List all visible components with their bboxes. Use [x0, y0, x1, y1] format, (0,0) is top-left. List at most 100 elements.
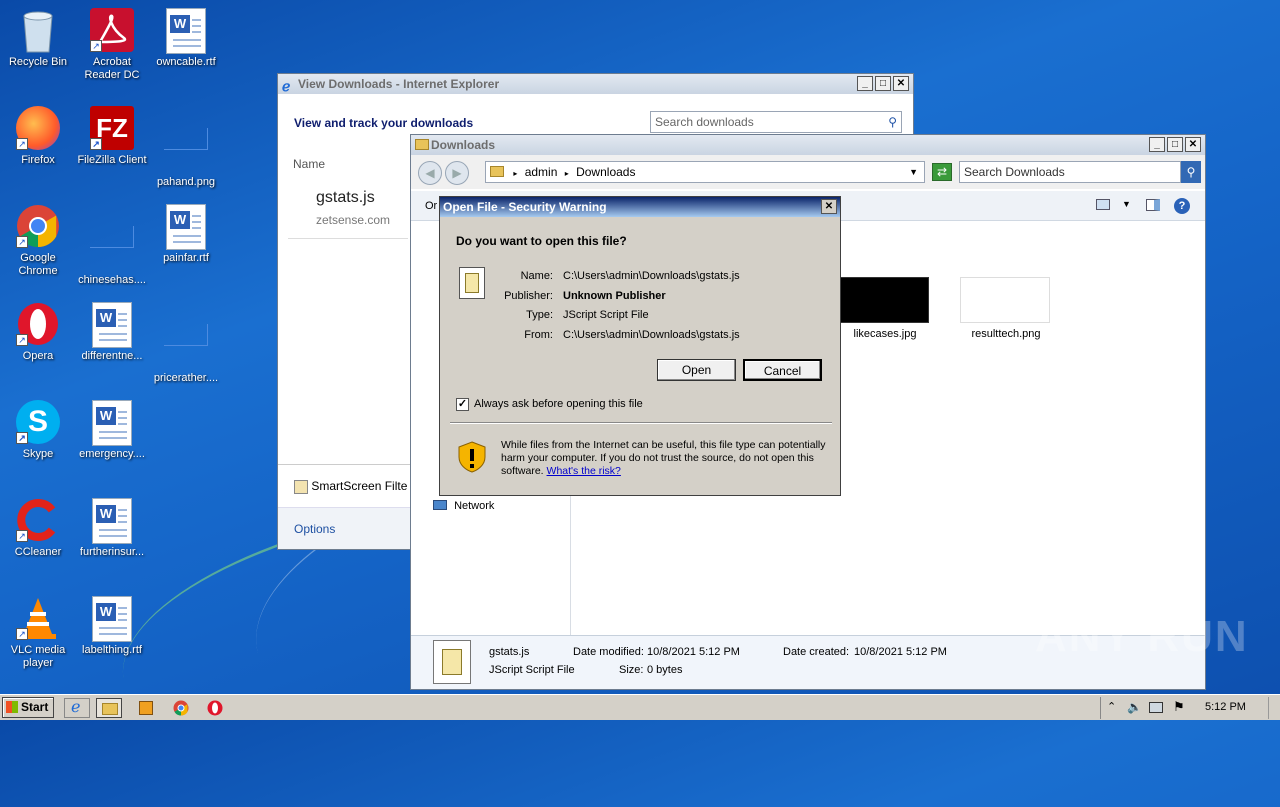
change-view-icon[interactable] [1096, 199, 1110, 210]
desktop-icon-label: chinesehas.... [78, 274, 146, 286]
dialog-title: Open File - Security Warning [443, 200, 607, 214]
download-source: zetsense.com [316, 213, 391, 227]
maximize-button[interactable]: □ [875, 76, 891, 91]
desktop-icon-chrome[interactable]: ↗ Google Chrome [0, 204, 76, 278]
desktop-icon-opera[interactable]: ↗ Opera [0, 302, 76, 363]
maximize-button[interactable]: □ [1167, 137, 1183, 152]
desktop-icon-label: pahand.png [156, 176, 216, 188]
start-button[interactable]: Start [2, 697, 54, 718]
whats-the-risk-link[interactable]: What's the risk? [547, 465, 621, 477]
open-button[interactable]: Open [657, 359, 736, 381]
taskbar-explorer-icon[interactable] [96, 698, 122, 718]
type-value: JScript Script File [563, 309, 649, 321]
options-link[interactable]: Options [294, 522, 335, 536]
smartscreen-icon [294, 479, 308, 494]
type-label: Type: [526, 309, 553, 321]
desktop-icon-acrobat[interactable]: ↗ Acrobat Reader DC [74, 8, 150, 82]
always-ask-checkbox[interactable]: ✓ [456, 398, 469, 411]
desktop-icon-furtherinsur[interactable]: W furtherinsur... [74, 498, 150, 559]
desktop-icon-painfar[interactable]: W painfar.rtf [148, 204, 224, 265]
close-button[interactable]: ✕ [1185, 137, 1201, 152]
cancel-button[interactable]: Cancel [743, 359, 822, 381]
organize-menu[interactable]: Or [425, 200, 437, 212]
title-bar[interactable]: Open File - Security Warning ✕ [440, 197, 840, 217]
file-item-likecases[interactable]: likecases.jpg [839, 277, 931, 340]
search-downloads-input[interactable]: Search downloads ⚲ [650, 111, 902, 133]
close-button[interactable]: ✕ [821, 199, 837, 214]
desktop-icon-vlc[interactable]: ↗ VLC media player [0, 596, 76, 670]
date-modified-label: Date modified: [573, 646, 644, 658]
desktop-icon-label: Skype [22, 448, 54, 460]
forward-button[interactable]: ▶ [445, 161, 469, 185]
download-file-name: gstats.js [316, 189, 375, 206]
file-name: resulttech.png [971, 328, 1041, 340]
desktop-icon-owncable[interactable]: W owncable.rtf [148, 8, 224, 69]
title-bar[interactable]: Downloads _ □ ✕ [411, 135, 1205, 155]
show-hidden-icons[interactable]: ⌃ [1107, 700, 1116, 713]
desktop-icon-label: Firefox [21, 154, 55, 166]
desktop-icon-filezilla[interactable]: FZ ↗ FileZilla Client [74, 106, 150, 167]
taskbar-opera-icon[interactable] [202, 698, 228, 718]
show-desktop-button[interactable] [1268, 697, 1280, 719]
network-icon [433, 500, 447, 510]
address-bar[interactable]: ▸ admin ▸ Downloads ▼ [485, 161, 925, 183]
ie-icon: ℯ [282, 78, 291, 94]
desktop-icon-label: CCleaner [14, 546, 62, 558]
desktop-icon-emergency[interactable]: W emergency.... [74, 400, 150, 461]
search-icon[interactable]: ⚲ [888, 112, 897, 132]
taskbar-chrome-icon[interactable] [168, 698, 194, 718]
window-title: Downloads [431, 138, 496, 152]
search-downloads-input[interactable]: Search Downloads [959, 161, 1181, 183]
help-icon[interactable]: ? [1174, 198, 1190, 214]
file-item-resulttech[interactable]: resulttech.png [960, 277, 1052, 340]
warning-text: While files from the Internet can be use… [501, 439, 826, 477]
recycle-bin-icon [16, 8, 60, 53]
desktop-icon-label: pricerather.... [153, 372, 219, 384]
nav-item-network[interactable]: Network [433, 500, 494, 512]
name-value: C:\Users\admin\Downloads\gstats.js [563, 270, 740, 282]
from-value: C:\Users\admin\Downloads\gstats.js [563, 328, 740, 341]
size-label: Size: [619, 664, 644, 676]
desktop-icon-pricerather[interactable]: pricerather.... [148, 302, 224, 385]
preview-pane-icon[interactable] [1146, 199, 1160, 211]
always-ask-label[interactable]: Always ask before opening this file [474, 398, 643, 410]
smartscreen-item[interactable]: SmartScreen Filte [294, 479, 407, 494]
system-tray: ⌃ 🔈 ⚑ 5:12 PM [1100, 697, 1280, 719]
word-doc-icon: W [90, 302, 134, 348]
back-button[interactable]: ◀ [418, 161, 442, 185]
close-button[interactable]: ✕ [893, 76, 909, 91]
volume-icon[interactable]: 🔈 [1127, 700, 1142, 714]
action-center-icon[interactable]: ⚑ [1173, 699, 1185, 715]
address-dropdown-icon[interactable]: ▼ [909, 162, 918, 182]
network-tray-icon[interactable] [1149, 702, 1163, 713]
view-dropdown-icon[interactable]: ▼ [1122, 199, 1131, 209]
desktop-icon-skype[interactable]: S ↗ Skype [0, 400, 76, 461]
column-header-name[interactable]: Name [293, 157, 325, 171]
desktop-icon-labelthing[interactable]: W labelthing.rtf [74, 596, 150, 657]
file-info: Name: C:\Users\admin\Downloads\gstats.js … [500, 267, 740, 345]
refresh-button[interactable]: ⇄ [932, 163, 952, 181]
desktop-icon-ccleaner[interactable]: ↗ CCleaner [0, 498, 76, 559]
address-toolbar: ◀ ▶ ▸ admin ▸ Downloads ▼ ⇄ Search Downl… [411, 155, 1205, 189]
security-warning-dialog: Open File - Security Warning ✕ Do you wa… [439, 196, 841, 496]
title-bar[interactable]: ℯ View Downloads - Internet Explorer _ □… [278, 74, 913, 94]
chrome-icon: ↗ [16, 204, 60, 248]
breadcrumb-admin[interactable]: admin [525, 165, 558, 179]
taskbar: Start ℯ ⌃ 🔈 ⚑ 5:12 PM [0, 694, 1280, 720]
taskbar-media-icon[interactable] [134, 698, 160, 718]
firefox-icon: ↗ [16, 106, 60, 150]
breadcrumb-downloads[interactable]: Downloads [576, 165, 635, 179]
minimize-button[interactable]: _ [857, 76, 873, 91]
desktop-icon-differentne[interactable]: W differentne... [74, 302, 150, 363]
desktop-icon-firefox[interactable]: ↗ Firefox [0, 106, 76, 167]
taskbar-ie-icon[interactable]: ℯ [64, 698, 90, 718]
image-thumbnail [960, 277, 1050, 323]
desktop-icon-label: Opera [22, 350, 54, 362]
clock[interactable]: 5:12 PM [1205, 701, 1246, 713]
desktop-icon-chinesehas[interactable]: chinesehas.... [74, 204, 150, 287]
download-item[interactable]: gstats.js zetsense.com [288, 179, 408, 239]
desktop-icon-pahand[interactable]: pahand.png [148, 106, 224, 189]
minimize-button[interactable]: _ [1149, 137, 1165, 152]
desktop-icon-recycle-bin[interactable]: Recycle Bin [0, 8, 76, 69]
search-icon[interactable]: ⚲ [1181, 161, 1201, 183]
